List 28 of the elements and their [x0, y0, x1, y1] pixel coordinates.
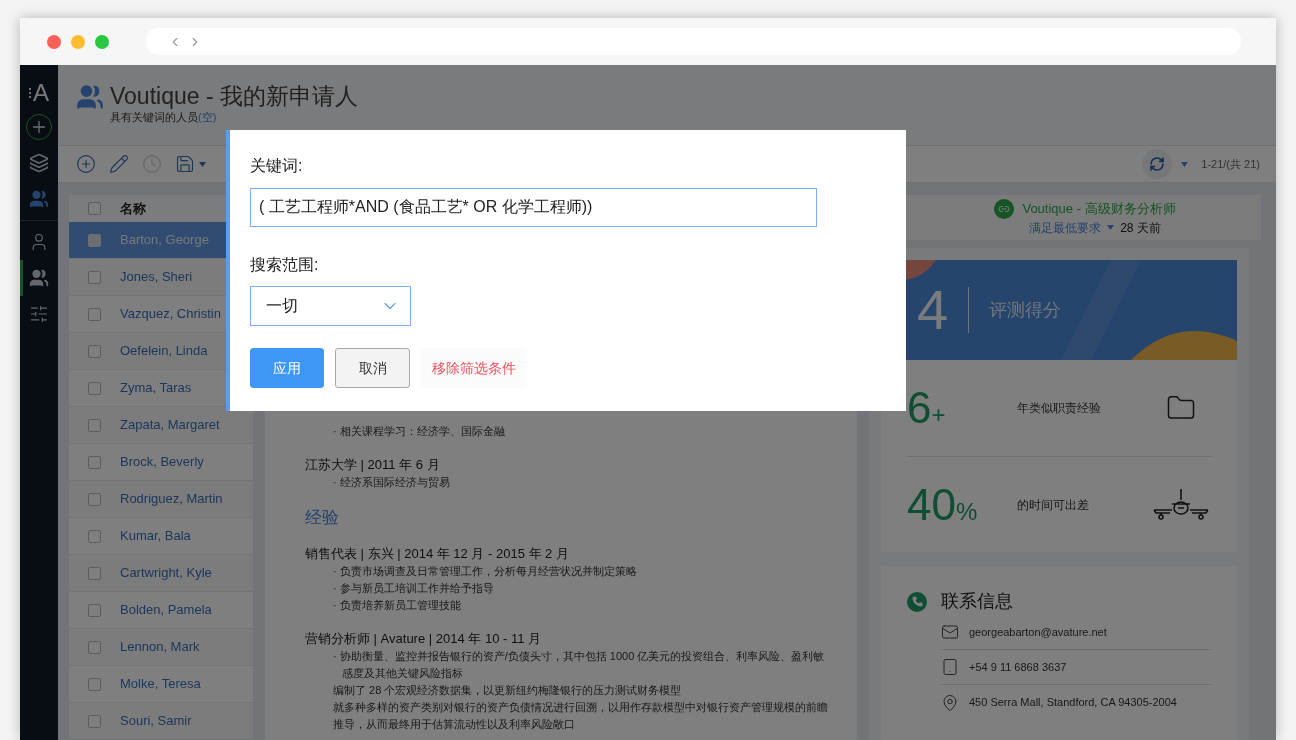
scope-label: 搜索范围:	[250, 255, 320, 275]
stat-label: 的时间可出差	[1017, 496, 1090, 514]
keyword-label: 关键词:	[250, 156, 304, 176]
resume-bullet: · 经济系国际经济与贸易	[332, 475, 451, 490]
resume-heading: 销售代表 | 东兴 | 2014 年 12 月 - 2015 年 2 月	[305, 545, 570, 563]
resume-heading: 江苏大学 | 2011 年 6 月	[305, 456, 441, 474]
stat-label: 年类似职责经验	[1017, 400, 1102, 417]
score-label: 评测得分	[989, 298, 1062, 322]
resume-section: 经验	[305, 507, 837, 529]
stat-value: 6+	[907, 386, 947, 430]
resume-bullet: · 负责培养新员工管理技能	[332, 598, 462, 613]
page-title: Voutique - 我的新申请人	[110, 82, 358, 110]
resume-line: 就多种多样的资产类别对银行的资产负债情况进行回溯，以用作存款模型中对银行资产管理规模的前瞻推导，从而最终用于估算流动性以及利率风险敞口	[332, 700, 829, 732]
result-count: 1-21/(共 21)	[1201, 156, 1260, 172]
resume-bullet: · 协助衡量、监控并报告银行的资产/负债头寸，其中包括 1000 亿美元的投资组合、利率风险、盈利敏感度及其他关键风险指标	[332, 649, 826, 681]
contact-title: 联系信息	[941, 590, 1013, 613]
resume-heading: 营销分析师 | Avature | 2014 年 10 - 11 月	[305, 630, 543, 648]
contact-detail: georgeabarton@avature.net	[969, 624, 1107, 640]
resume-bullet: · 相关课程学习：经济学、国际金融	[332, 424, 506, 439]
contact-detail: +54 9 11 6868 3637	[969, 659, 1067, 675]
resume-line: 编制了 28 个宏观经济数据集，以更新纽约梅隆银行的压力测试财务模型	[332, 683, 683, 698]
resume-bullet: · 参与新员工培训工作并给予指导	[332, 581, 495, 596]
contact-detail: 450 Serra Mall, Standford, CA 94305-2004	[969, 695, 1177, 711]
stat-value: 40%	[907, 482, 979, 527]
job-age: 28 天前	[1120, 219, 1161, 237]
resume-bullet: · 负责市场调查及日常管理工作，分析每月经营状况并制定策略	[332, 564, 638, 579]
page-subtitle: 具有关键词的人员	[110, 111, 198, 123]
score-value: 4	[916, 282, 949, 338]
